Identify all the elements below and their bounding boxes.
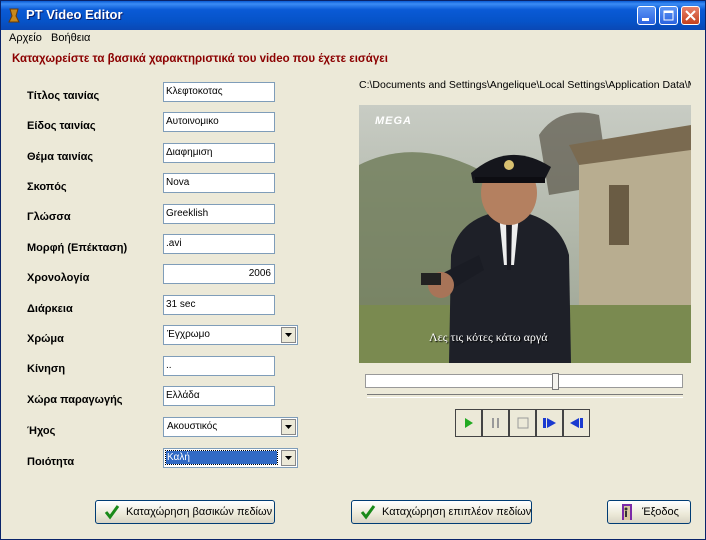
title-bar: PT Video Editor (1, 1, 705, 30)
genre-input[interactable]: Αυτοινομικο (163, 112, 275, 132)
menu-help[interactable]: Βοήθεια (51, 32, 90, 44)
minimize-icon (642, 18, 649, 21)
close-icon (685, 10, 696, 21)
format-input[interactable]: .avi (163, 234, 275, 254)
play-icon (465, 418, 473, 428)
label-sound: Ήχος (27, 425, 56, 437)
quality-select[interactable]: Καλή (163, 448, 298, 468)
step-back-icon (570, 418, 583, 428)
color-select[interactable]: Έγχρωμο (163, 325, 298, 345)
video-watermark: MEGA (375, 115, 412, 127)
step-forward-button[interactable] (536, 409, 563, 437)
instruction-text: Καταχωρείστε τα βασικά χαρακτηριστικά το… (12, 53, 388, 65)
maximize-icon (663, 10, 674, 21)
video-subtitle: Λες τις κότες κάτω αργά (429, 330, 548, 344)
duration-input[interactable]: 31 sec (163, 295, 275, 315)
pause-icon (492, 418, 499, 428)
label-title: Τίτλος ταινίας (27, 90, 100, 102)
subject-input[interactable]: Διαφημιση (163, 143, 275, 163)
menu-bar: Αρχείο Βοήθεια (1, 30, 705, 47)
play-button[interactable] (455, 409, 482, 437)
color-select-value: Έγχρωμο (167, 329, 210, 340)
close-button[interactable] (681, 6, 700, 25)
sound-select-value: Ακουστικός (167, 421, 218, 432)
label-language: Γλώσσα (27, 211, 71, 223)
quality-select-value: Καλή (165, 450, 278, 465)
step-forward-icon (543, 418, 556, 428)
label-format: Μορφή (Επέκταση) (27, 242, 128, 254)
exit-door-icon (622, 504, 632, 520)
label-year: Χρονολογία (27, 272, 90, 284)
language-input[interactable]: Greeklish (163, 204, 275, 224)
save-basic-fields-button[interactable]: Καταχώρηση βασικών πεδίων (95, 500, 275, 524)
motion-input[interactable]: .. (163, 356, 275, 376)
color-select-dropdown[interactable] (281, 327, 296, 343)
label-purpose: Σκοπός (27, 181, 67, 193)
app-icon (8, 8, 20, 23)
checkmark-icon (104, 505, 120, 520)
chevron-down-icon (285, 456, 292, 460)
country-input[interactable]: Ελλάδα (163, 386, 275, 406)
pause-button[interactable] (482, 409, 509, 437)
label-duration: Διάρκεια (27, 303, 73, 315)
main-window: PT Video Editor Αρχείο Βοήθεια Καταχωρεί… (0, 0, 706, 540)
step-back-button[interactable] (563, 409, 590, 437)
sound-select[interactable]: Ακουστικός (163, 417, 298, 437)
title-input[interactable]: Κλεφτοκοτας (163, 82, 275, 102)
label-subject: Θέμα ταινίας (27, 151, 94, 163)
seek-thumb[interactable] (551, 373, 559, 390)
minimize-button[interactable] (637, 6, 656, 25)
save-extra-fields-button[interactable]: Καταχώρηση επιπλέον πεδίων (351, 500, 532, 524)
label-color: Χρώμα (27, 333, 64, 345)
seek-divider (367, 394, 683, 398)
checkmark-icon (360, 505, 376, 520)
video-frame (359, 105, 691, 363)
save-basic-fields-label: Καταχώρηση βασικών πεδίων (126, 506, 273, 518)
save-extra-fields-label: Καταχώρηση επιπλέον πεδίων (382, 506, 532, 518)
year-input[interactable]: 2006 (163, 264, 275, 284)
label-quality: Ποιότητα (27, 456, 75, 468)
purpose-input[interactable]: Nova (163, 173, 275, 193)
video-preview: MEGA Λες τις κότες κάτω αργά (359, 105, 691, 363)
window-title: PT Video Editor (26, 7, 123, 22)
stop-icon (517, 417, 529, 429)
label-country: Χώρα παραγωγής (27, 394, 123, 406)
menu-file[interactable]: Αρχείο (9, 32, 42, 44)
label-motion: Κίνηση (27, 363, 66, 375)
quality-select-dropdown[interactable] (281, 450, 296, 466)
exit-button[interactable]: Έξοδος (607, 500, 691, 524)
file-path: C:\Documents and Settings\Angelique\Loca… (359, 79, 691, 91)
label-genre: Είδος ταινίας (27, 120, 96, 132)
chevron-down-icon (285, 425, 292, 429)
sound-select-dropdown[interactable] (281, 419, 296, 435)
stop-button[interactable] (509, 409, 536, 437)
chevron-down-icon (285, 333, 292, 337)
seek-track[interactable] (365, 374, 683, 388)
maximize-button[interactable] (659, 6, 678, 25)
exit-label: Έξοδος (642, 506, 679, 518)
